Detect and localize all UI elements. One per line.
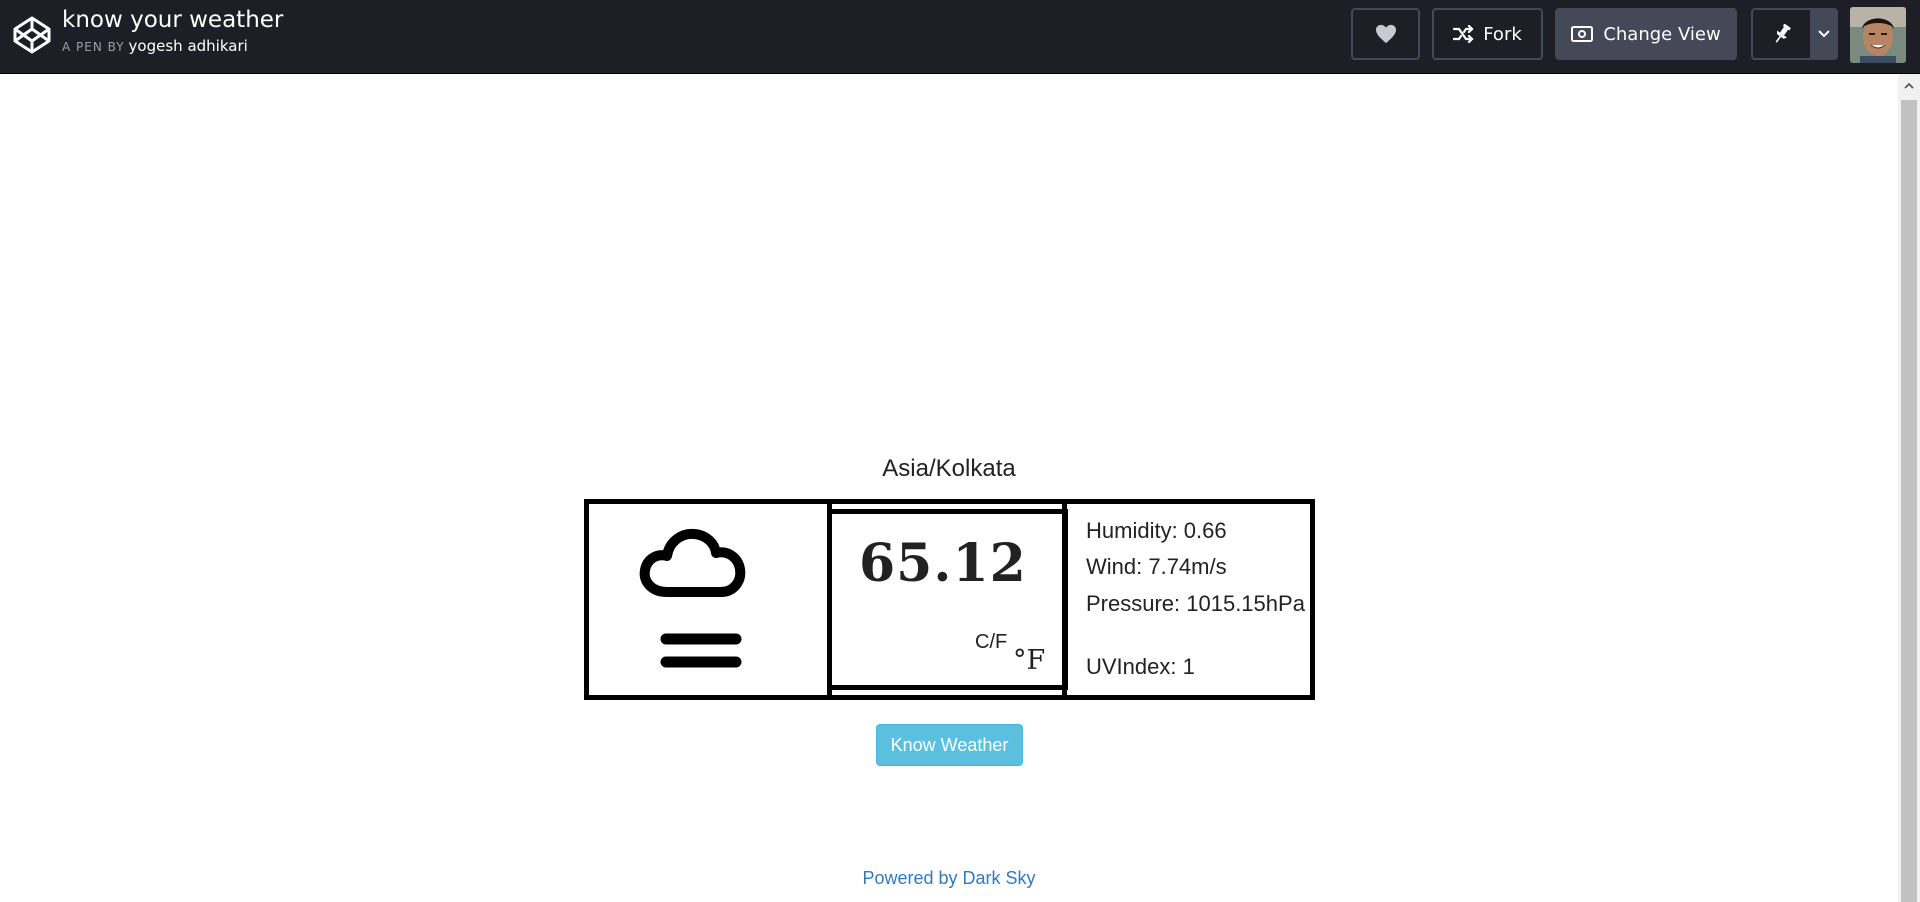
pin-button[interactable] xyxy=(1751,8,1812,60)
page-scrollbar[interactable] xyxy=(1898,74,1920,902)
pen-title-block: know your weather A PEN BY yogesh adhikar… xyxy=(62,6,283,56)
wind-text: Wind: 7.74m/s xyxy=(1086,554,1227,579)
pressure-text: Pressure: 1015.15hPa xyxy=(1086,591,1305,616)
codepen-header: know your weather A PEN BY yogesh adhikar… xyxy=(0,0,1920,74)
humidity-text: Humidity: 0.66 xyxy=(1086,518,1227,543)
pen-title[interactable]: know your weather xyxy=(62,6,283,34)
unit-toggle[interactable]: C/F xyxy=(975,631,1007,654)
fog-icon xyxy=(639,528,746,668)
user-avatar-image xyxy=(1850,7,1906,63)
pin-icon xyxy=(1775,23,1791,43)
codepen-logo-icon[interactable] xyxy=(12,15,52,55)
by-label: A PEN BY xyxy=(62,40,125,54)
cell-divider xyxy=(1062,504,1067,695)
details-cell: Humidity: 0.66 Wind: 7.74m/s Pressure: 1… xyxy=(1068,504,1310,695)
powered-prefix: Powered by xyxy=(862,868,963,888)
unit-symbol: °F xyxy=(1013,645,1046,676)
uv-index-text: UVIndex: 1 xyxy=(1086,654,1195,679)
avatar[interactable] xyxy=(1850,7,1906,63)
chevron-up-icon xyxy=(1904,82,1914,89)
fork-label: Fork xyxy=(1483,23,1522,45)
temperature-cell: 65.12 C/F °F xyxy=(832,509,1068,690)
view-icon xyxy=(1571,26,1594,42)
pen-author-line: A PEN BY yogesh adhikari xyxy=(62,37,283,56)
fork-button[interactable]: Fork xyxy=(1432,8,1543,60)
heart-button[interactable] xyxy=(1351,8,1420,60)
powered-by-footer: Powered by Dark Sky xyxy=(0,868,1898,889)
dark-sky-link-text: Dark Sky xyxy=(962,868,1036,888)
powered-by-link[interactable]: Powered by Dark Sky xyxy=(862,868,1035,888)
location-label: Asia/Kolkata xyxy=(882,455,1016,482)
pin-menu-button[interactable] xyxy=(1810,8,1838,60)
scroll-up-button[interactable] xyxy=(1898,74,1920,98)
chevron-down-icon xyxy=(1818,30,1830,38)
fork-icon xyxy=(1453,25,1474,43)
change-view-button[interactable]: Change View xyxy=(1555,8,1737,60)
weather-card: 65.12 C/F °F Humidity: 0.66 Wind: 7.74m/… xyxy=(584,499,1315,700)
temperature-value: 65.12 xyxy=(859,533,1027,594)
know-weather-button[interactable]: Know Weather xyxy=(876,724,1023,766)
change-view-label: Change View xyxy=(1603,23,1721,45)
heart-icon xyxy=(1375,24,1396,44)
scroll-thumb[interactable] xyxy=(1901,100,1917,902)
weather-icon-cell xyxy=(589,504,832,695)
author-link[interactable]: yogesh adhikari xyxy=(129,37,248,55)
